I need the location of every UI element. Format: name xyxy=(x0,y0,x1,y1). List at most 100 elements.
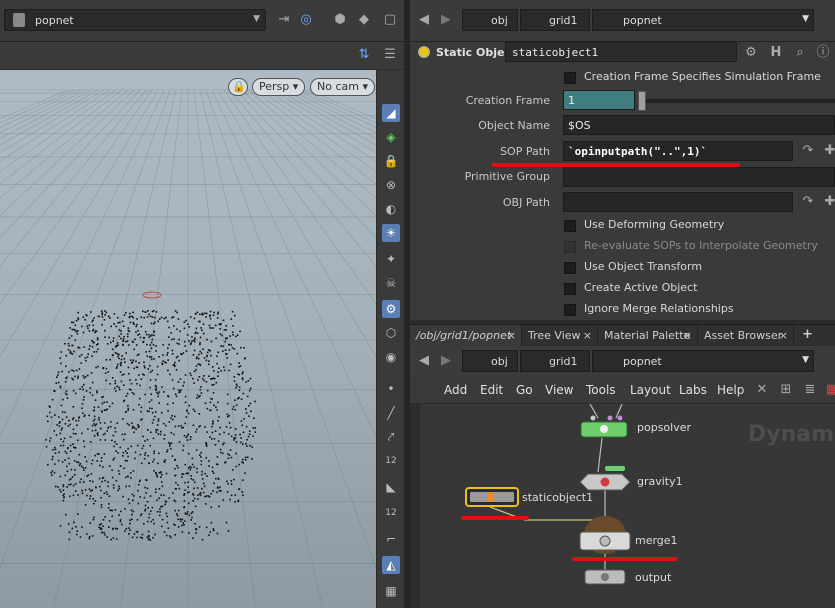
hscript-icon[interactable]: H xyxy=(768,45,784,61)
menu-help[interactable]: Help xyxy=(717,383,744,397)
gear-icon[interactable]: ⚙ xyxy=(382,300,400,318)
create-active-object-checkbox[interactable] xyxy=(564,283,576,295)
gear-icon[interactable]: ⚙ xyxy=(743,45,759,61)
tab-network[interactable]: /obj/grid1/popnet × xyxy=(410,325,522,347)
input-connector[interactable] xyxy=(617,415,623,421)
node-name-field[interactable]: staticobject1 xyxy=(505,42,737,62)
palette-icon[interactable]: ▦ xyxy=(824,382,835,398)
close-icon[interactable]: × xyxy=(583,329,592,342)
net-breadcrumb-obj[interactable]: obj xyxy=(462,350,518,372)
wrench-icon[interactable]: ✕ xyxy=(754,382,770,398)
primitive-group-field[interactable] xyxy=(563,167,835,187)
menu-edit[interactable]: Edit xyxy=(480,383,503,397)
close-icon[interactable]: × xyxy=(683,329,692,342)
lock-view-icon[interactable]: 🔒 xyxy=(382,152,400,170)
prim-number-icon[interactable]: 12 xyxy=(382,504,400,522)
menu-view[interactable]: View xyxy=(545,383,573,397)
menu-layout[interactable]: Layout xyxy=(630,383,671,397)
camera-icon[interactable]: ◉ xyxy=(382,348,400,366)
node-graph xyxy=(461,404,678,585)
wireframe-icon[interactable]: ⬡ xyxy=(382,324,400,342)
skull-icon[interactable]: ☠ xyxy=(382,274,400,292)
forward-arrow-icon[interactable]: ▶ xyxy=(438,12,454,28)
vertex-icon[interactable]: ⌐ xyxy=(382,530,400,548)
grid-line xyxy=(295,89,376,128)
list-icon[interactable]: ≣ xyxy=(802,382,818,398)
node-chooser-icon[interactable]: ↷ xyxy=(800,143,816,159)
ignore-merge-checkbox[interactable] xyxy=(564,304,576,316)
viewport-path-dropdown[interactable]: popnet ▼ xyxy=(4,9,266,31)
back-arrow-icon[interactable]: ◀ xyxy=(416,353,432,369)
gravity-icon xyxy=(600,477,610,487)
camera-button[interactable]: No cam ▾ xyxy=(310,78,375,96)
tab-asset-browser[interactable]: Asset Browser × xyxy=(698,325,794,347)
menu-go[interactable]: Go xyxy=(516,383,533,397)
net-breadcrumb-popnet-label: popnet xyxy=(623,355,662,368)
network-editor[interactable]: Dynami popsolver gravity1 staticobject1 … xyxy=(410,404,835,608)
grid-line xyxy=(229,89,376,267)
close-icon[interactable]: × xyxy=(507,329,516,342)
3d-viewport[interactable]: 🔒 Persp ▾ No cam ▾ xyxy=(0,70,376,608)
input-connector[interactable] xyxy=(590,415,596,421)
breadcrumb-popnet[interactable]: popnet ▼ xyxy=(592,9,814,31)
node-chooser-icon[interactable]: ↷ xyxy=(800,194,816,210)
obj-path-field[interactable] xyxy=(563,192,793,212)
net-breadcrumb-popnet[interactable]: popnet ▼ xyxy=(592,350,814,372)
sphere-icon[interactable]: ◐ xyxy=(382,200,400,218)
creation-frame-flag-checkbox[interactable] xyxy=(564,72,576,84)
lock-icon[interactable]: 🔒 xyxy=(228,78,248,96)
search-icon[interactable]: ⌕ xyxy=(792,45,808,61)
input-connector[interactable] xyxy=(607,415,613,421)
use-object-transform-label: Use Object Transform xyxy=(584,260,703,273)
shade-icon[interactable]: ◭ xyxy=(382,556,400,574)
display-icon[interactable]: ⊗ xyxy=(382,176,400,194)
target-icon[interactable]: ◎ xyxy=(298,12,314,28)
menu-labs[interactable]: Labs xyxy=(679,383,707,397)
creation-frame-slider-handle[interactable] xyxy=(638,91,646,111)
pin-icon[interactable]: ⇥ xyxy=(276,12,292,28)
tab-material-palette[interactable]: Material Palette × xyxy=(598,325,698,347)
object-name-field[interactable]: $OS xyxy=(563,115,835,135)
close-icon[interactable]: × xyxy=(779,329,788,342)
info-icon[interactable]: ⓘ xyxy=(815,45,831,61)
cube-icon[interactable]: ⬢ xyxy=(332,12,348,28)
handle-icon[interactable]: ◈ xyxy=(382,128,400,146)
point-icon[interactable]: • xyxy=(382,380,400,398)
checker-icon[interactable]: ▦ xyxy=(382,582,400,600)
jump-icon[interactable]: ✚ xyxy=(822,143,835,159)
creation-frame-slider-track[interactable] xyxy=(646,99,835,103)
net-breadcrumb-grid1[interactable]: grid1 xyxy=(520,350,590,372)
camera-label: No cam xyxy=(317,80,359,93)
sop-path-field[interactable]: `opinputpath("..",1)` xyxy=(563,141,793,161)
add-tab-button[interactable]: + xyxy=(796,325,820,347)
pane-options-icon[interactable]: ▢ xyxy=(382,12,398,28)
breadcrumb-obj[interactable]: obj xyxy=(462,9,518,31)
creation-frame-field[interactable]: 1 xyxy=(563,90,635,110)
use-object-transform-checkbox[interactable] xyxy=(564,262,576,274)
shapes-icon[interactable]: ◆ xyxy=(356,12,372,28)
viewport-subtoolbar: ⇅ ☰ xyxy=(0,42,404,70)
tree-icon[interactable]: ⊞ xyxy=(778,382,794,398)
edge-icon[interactable]: ╱ xyxy=(382,404,400,422)
light-icon[interactable]: ☀ xyxy=(382,224,400,242)
jump-icon[interactable]: ✚ xyxy=(822,194,835,210)
view-mode-button[interactable]: Persp ▾ xyxy=(252,78,306,96)
display-options-icon[interactable]: ⇅ xyxy=(356,47,372,63)
gravity1-label: gravity1 xyxy=(637,475,683,488)
number-icon[interactable]: 12 xyxy=(382,452,400,470)
menu-icon[interactable]: ☰ xyxy=(382,47,398,63)
prim-icon[interactable]: ◣ xyxy=(382,478,400,496)
use-deforming-geometry-checkbox[interactable] xyxy=(564,220,576,232)
breadcrumb-grid1[interactable]: grid1 xyxy=(520,9,590,31)
help-icon[interactable] xyxy=(418,46,430,58)
menu-tools[interactable]: Tools xyxy=(586,383,616,397)
normal-icon[interactable]: ⤤ xyxy=(382,428,400,446)
select-icon[interactable]: ◢ xyxy=(382,104,400,122)
forward-arrow-icon[interactable]: ▶ xyxy=(438,353,454,369)
back-arrow-icon[interactable]: ◀ xyxy=(416,12,432,28)
tab-tree-view[interactable]: Tree View × xyxy=(522,325,598,347)
bulb-icon[interactable]: ✦ xyxy=(382,250,400,268)
menu-add[interactable]: Add xyxy=(444,383,467,397)
grid-line xyxy=(301,89,376,124)
view-mode-label: Persp xyxy=(259,80,290,93)
